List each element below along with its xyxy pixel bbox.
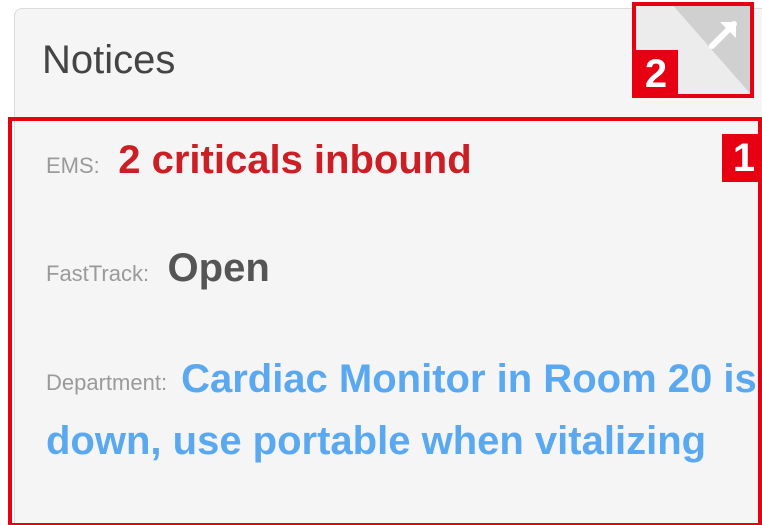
notice-fasttrack-label: FastTrack:	[46, 261, 150, 286]
notice-fasttrack-value: Open	[167, 246, 270, 290]
notice-department-label: Department:	[46, 370, 168, 395]
annotation-badge-2: 2	[634, 50, 678, 98]
notice-ems-value: 2 criticals inbound	[118, 138, 472, 182]
expand-arrow-icon	[709, 21, 737, 49]
notice-ems: EMS: 2 criticals inbound	[46, 138, 472, 183]
notice-department: Department: Cardiac Monitor in Room 20 is…	[46, 350, 762, 470]
notice-fasttrack: FastTrack: Open	[46, 246, 270, 291]
notice-ems-label: EMS:	[46, 153, 100, 178]
panel-title: Notices	[42, 38, 176, 82]
annotation-badge-1: 1	[722, 134, 762, 182]
